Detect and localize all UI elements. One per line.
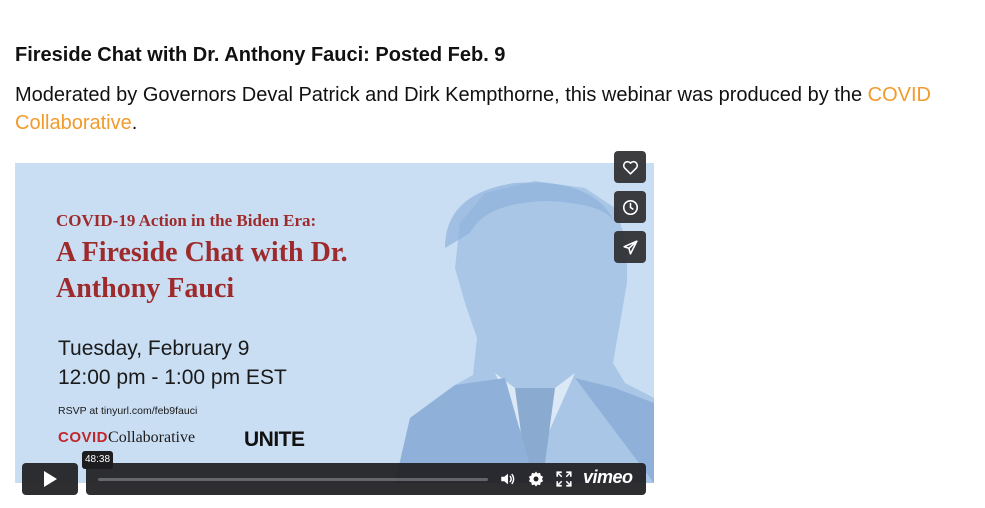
poster-title: A Fireside Chat with Dr. Anthony Fauci <box>56 237 348 304</box>
poster-subtitle: COVID-19 Action in the Biden Era: <box>56 211 317 230</box>
logo-collaborative-word: Collaborative <box>108 429 196 446</box>
progress-bar[interactable] <box>98 478 488 481</box>
video-duration-tooltip: 48:38 <box>82 451 114 469</box>
article-description: Moderated by Governors Deval Patrick and… <box>15 81 965 137</box>
video-player[interactable]: COVID-19 Action in the Biden Era: A Fire… <box>15 163 654 483</box>
description-period: . <box>131 112 138 134</box>
poster-rsvp: RSVP at tinyurl.com/feb9fauci <box>58 405 198 417</box>
article-heading: Fireside Chat with Dr. Anthony Fauci: Po… <box>15 44 506 66</box>
logo-covid-word: COVID <box>58 429 109 446</box>
volume-icon[interactable] <box>499 470 517 488</box>
settings-gear-icon[interactable] <box>527 470 545 488</box>
watch-later-button[interactable] <box>614 191 646 223</box>
clock-icon <box>622 199 638 215</box>
covid-collaborative-logo: COVIDCollaborative <box>58 429 195 447</box>
poster-date: Tuesday, February 9 <box>58 337 250 360</box>
vimeo-logo[interactable]: vimeo <box>583 467 633 488</box>
unite-logo: UNITE <box>244 428 305 451</box>
like-button[interactable] <box>614 151 646 183</box>
send-icon <box>622 239 638 255</box>
control-bar: vimeo <box>86 463 646 495</box>
heart-icon <box>622 160 638 175</box>
play-button[interactable] <box>22 463 78 495</box>
poster-time: 12:00 pm - 1:00 pm EST <box>58 366 287 389</box>
share-button[interactable] <box>614 231 646 263</box>
fullscreen-icon[interactable] <box>555 470 573 488</box>
play-icon <box>44 471 57 487</box>
description-text: Moderated by Governors Deval Patrick and… <box>15 84 868 106</box>
